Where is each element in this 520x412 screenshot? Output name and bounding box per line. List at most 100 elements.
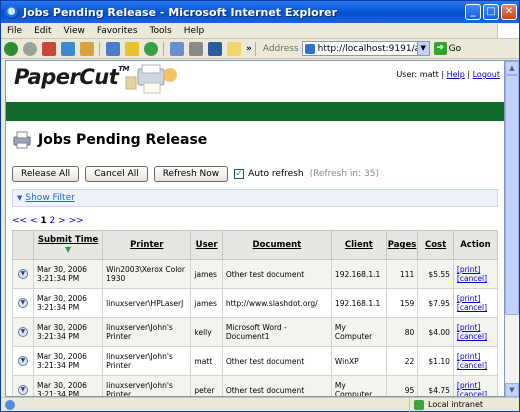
menu-edit[interactable]: Edit [28,26,57,36]
cost-cell: $1.10 [417,346,454,376]
expand-row-icon[interactable]: ▼ [17,327,28,337]
expand-row-icon[interactable]: ▼ [17,269,28,279]
pager-next[interactable]: > [58,216,66,226]
address-input[interactable]: http://localhost:9191/app [318,44,417,54]
printer-cell: linuxserver\John's Printer [102,375,192,396]
discuss-icon[interactable] [227,41,241,56]
vertical-scrollbar[interactable]: ▲ ▼ [505,60,519,397]
browser-window: e Jobs Pending Release - Microsoft Inter… [0,0,520,412]
auto-refresh-checkbox[interactable]: ✓ [234,169,245,179]
sort-pages-link[interactable]: Pages [388,240,417,250]
window-title: Jobs Pending Release - Microsoft Interne… [23,5,338,19]
cancel-job-link[interactable]: [cancel] [457,332,494,341]
sort-cost-link[interactable]: Cost [425,240,446,250]
expand-row-icon[interactable]: ▼ [17,385,28,395]
action-cell: [print] [cancel] [452,346,499,376]
menu-favorites[interactable]: Favorites [91,26,144,36]
title-bar[interactable]: e Jobs Pending Release - Microsoft Inter… [1,1,519,23]
go-arrow-icon: ➜ [433,42,447,55]
cancel-job-link[interactable]: [cancel] [457,303,494,312]
sort-submit-time-link[interactable]: Submit Time [38,235,98,245]
favorites-icon[interactable] [125,41,139,56]
pages-cell: 95 [385,375,419,396]
close-button[interactable]: ✕ [501,4,517,20]
expand-cell: ▼ [12,288,34,318]
table-row: ▼ Mar 30, 2006 3:21:34 PM linuxserver\John'… [12,346,499,376]
print-icon[interactable] [189,41,203,56]
home-icon[interactable] [80,41,94,56]
sort-printer-link[interactable]: Printer [130,240,163,250]
print-job-link[interactable]: [print] [457,323,494,332]
page-title-row: Jobs Pending Release [12,131,207,149]
expand-cell: ▼ [12,375,34,396]
cancel-job-link[interactable]: [cancel] [457,274,494,283]
refresh-countdown: (Refresh in: 35) [309,169,379,179]
user-cell: kelly [190,317,223,347]
menu-file[interactable]: File [1,26,28,36]
header-pages[interactable]: Pages [385,230,419,260]
jobs-table: Submit Time ▼ Printer User Document Clie… [12,230,499,397]
scroll-down-icon[interactable]: ▼ [505,383,519,397]
submit-date: Mar 30, 2006 [36,294,87,303]
document-cell: Other test document [221,259,332,289]
refresh-now-button[interactable]: Refresh Now [153,166,229,182]
document-cell: Other test document [221,375,332,396]
user-cell: james [190,259,223,289]
header-client[interactable]: Client [330,230,387,260]
sort-client-link[interactable]: Client [345,240,373,250]
filter-panel: ▼ Show Filter [12,189,498,207]
print-job-link[interactable]: [print] [457,381,494,390]
minimize-button[interactable]: _ [465,4,481,20]
stop-icon[interactable] [42,41,56,56]
maximize-button[interactable]: □ [483,4,499,20]
menu-help[interactable]: Help [178,26,211,36]
cancel-job-link[interactable]: [cancel] [457,361,494,370]
print-job-link[interactable]: [print] [457,352,494,361]
menu-view[interactable]: View [58,26,91,36]
toolbar-more-icon[interactable]: » [246,44,252,54]
history-icon[interactable] [144,41,158,56]
document-cell: Other test document [221,346,332,376]
go-button[interactable]: ➜ Go [433,42,461,55]
refresh-icon[interactable] [61,41,75,56]
menu-bar: File Edit View Favorites Tools Help [1,23,519,39]
printer-cell: linuxserver\HPLaserJ [102,288,192,318]
scroll-thumb[interactable] [505,75,519,315]
resize-grip[interactable] [509,399,519,411]
submit-time: 3:21:34 PM [36,390,80,397]
sort-document-link[interactable]: Document [253,240,302,250]
search-icon[interactable] [106,41,120,56]
print-job-link[interactable]: [print] [457,265,494,274]
cancel-all-button[interactable]: Cancel All [85,166,148,182]
pager-page-2[interactable]: 2 [50,216,56,226]
help-link[interactable]: Help [447,70,465,79]
logout-link[interactable]: Logout [473,70,500,79]
expand-row-icon[interactable]: ▼ [17,356,28,366]
header-submit-time[interactable]: Submit Time ▼ [32,230,104,260]
mail-icon[interactable] [170,41,184,56]
header-user[interactable]: User [190,230,223,260]
forward-icon[interactable] [23,41,37,56]
pager-prev[interactable]: < [30,216,38,226]
sort-user-link[interactable]: User [196,240,218,250]
print-job-link[interactable]: [print] [457,294,494,303]
address-bar[interactable]: http://localhost:9191/app ▼ [301,41,430,56]
header-document[interactable]: Document [221,230,332,260]
cancel-job-link[interactable]: [cancel] [457,390,494,396]
pager-first[interactable]: << [12,216,27,226]
header-printer[interactable]: Printer [102,230,192,260]
submit-time-cell: Mar 30, 2006 3:21:34 PM [32,375,104,397]
address-dropdown-icon[interactable]: ▼ [416,42,429,55]
menu-tools[interactable]: Tools [144,26,178,36]
page-title: Jobs Pending Release [38,132,208,148]
header-expand [12,230,34,260]
expand-triangle-icon[interactable]: ▼ [17,194,22,202]
release-all-button[interactable]: Release All [12,166,80,182]
expand-row-icon[interactable]: ▼ [17,298,28,308]
back-icon[interactable] [4,41,18,56]
word-edit-icon[interactable] [208,41,222,56]
header-cost[interactable]: Cost [417,230,454,260]
show-filter-link[interactable]: Show Filter [25,193,74,203]
pager-last[interactable]: >> [69,216,84,226]
scroll-up-icon[interactable]: ▲ [505,61,519,75]
